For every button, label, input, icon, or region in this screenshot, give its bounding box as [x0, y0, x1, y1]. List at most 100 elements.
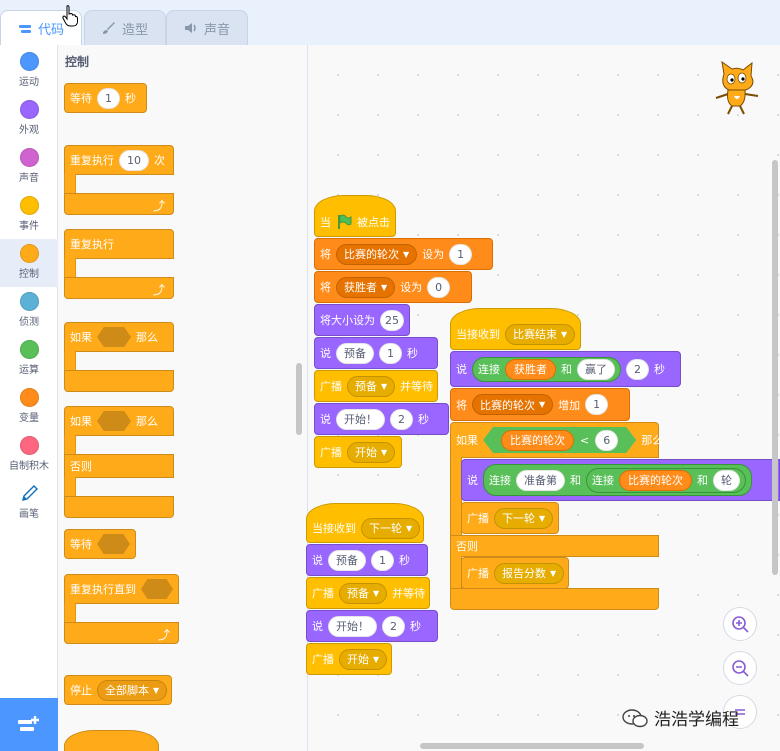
broadcast-block[interactable]: 广播 开始 ▼	[306, 643, 392, 675]
broadcast-block[interactable]: 广播 下一轮 ▼	[461, 502, 559, 534]
workspace-horizontal-scrollbar[interactable]	[420, 743, 644, 749]
broadcast-block[interactable]: 广播 报告分数 ▼	[461, 557, 569, 589]
change-variable-block[interactable]: 将 比赛的轮次 ▼ 增加 1	[450, 388, 630, 421]
condition-slot[interactable]	[141, 579, 173, 599]
zoom-out-button[interactable]	[723, 651, 757, 685]
broadcast-block[interactable]: 广播 开始 ▼	[314, 436, 402, 468]
category-label: 运算	[19, 365, 39, 376]
palette-scrollbar[interactable]	[296, 363, 302, 435]
category-sensing[interactable]: 侦测	[0, 287, 58, 335]
change-value-input[interactable]: 1	[585, 394, 609, 415]
message-dropdown[interactable]: 预备 ▼	[347, 375, 396, 397]
condition-slot[interactable]	[97, 327, 131, 347]
join-text-input[interactable]: 赢了	[577, 358, 615, 380]
condition-slot[interactable]	[97, 411, 131, 431]
size-input[interactable]: 25	[380, 309, 404, 331]
say-text-input[interactable]: 开始！	[336, 408, 385, 430]
set-variable-block[interactable]: 将 获胜者 ▼ 设为 0	[314, 271, 472, 303]
loop-arrow-icon: ⤴	[152, 283, 165, 297]
sound-dot-icon	[19, 148, 39, 167]
message-dropdown[interactable]: 下一轮 ▼	[361, 517, 421, 539]
message-dropdown[interactable]: 下一轮 ▼	[494, 507, 554, 529]
category-pen[interactable]: 画笔	[0, 479, 58, 527]
message-dropdown[interactable]: 比赛结束 ▼	[505, 323, 576, 345]
say-for-secs-block[interactable]: 说 开始！ 2 秒	[314, 403, 449, 435]
say-join-block[interactable]: 说 连接 获胜者 和 赢了 2 秒	[450, 351, 681, 387]
category-control[interactable]: 控制	[0, 239, 58, 287]
when-receive-block[interactable]: 当接收到 比赛结束 ▼	[450, 308, 581, 350]
wait-block[interactable]: 等待 1 秒	[64, 83, 147, 113]
message-dropdown[interactable]: 报告分数 ▼	[494, 562, 565, 584]
say-text-input[interactable]: 预备	[336, 342, 374, 364]
say-join-block[interactable]: 说 连接 准备第 和 连接 比赛的轮次 和 轮	[461, 459, 780, 501]
category-events[interactable]: 事件	[0, 191, 58, 239]
category-variables[interactable]: 变量	[0, 383, 58, 431]
when-flag-clicked-block[interactable]: 当 被点击	[314, 195, 396, 237]
say-secs-input[interactable]: 2	[626, 358, 649, 380]
join-reporter[interactable]: 连接 获胜者 和 赢了	[472, 356, 621, 382]
secs-unit: 秒	[407, 347, 418, 360]
join-text-input[interactable]: 轮	[713, 469, 740, 491]
compare-value-input[interactable]: 6	[595, 430, 618, 451]
category-my-blocks[interactable]: 自制积木	[0, 431, 58, 479]
category-label: 事件	[19, 221, 39, 232]
wait-until-block[interactable]: 等待	[64, 529, 136, 559]
add-extension-button[interactable]	[0, 698, 58, 751]
winner-variable-reporter[interactable]: 获胜者	[505, 358, 556, 380]
message-name: 开始	[347, 653, 369, 666]
less-than-operator[interactable]: 比赛的轮次 < 6	[483, 427, 636, 453]
set-variable-block[interactable]: 将 比赛的轮次 ▼ 设为 1	[314, 238, 493, 270]
zoom-in-button[interactable]	[723, 607, 757, 641]
variable-dropdown[interactable]: 比赛的轮次 ▼	[472, 394, 554, 415]
if-arm	[64, 435, 76, 455]
category-motion[interactable]: 运动	[0, 47, 58, 95]
category-label: 侦测	[19, 317, 39, 328]
say-for-secs-block[interactable]: 说 开始！ 2 秒	[306, 610, 438, 642]
wait-seconds-input[interactable]: 1	[97, 87, 120, 109]
say-secs-input[interactable]: 1	[371, 549, 394, 571]
nested-join-reporter[interactable]: 连接 比赛的轮次 和 轮	[586, 467, 746, 493]
if-label: 如果	[456, 434, 478, 447]
category-operators[interactable]: 运算	[0, 335, 58, 383]
category-looks[interactable]: 外观	[0, 95, 58, 143]
stop-block[interactable]: 停止 全部脚本 ▼	[64, 675, 172, 705]
say-for-secs-block[interactable]: 说 预备 1 秒	[306, 544, 428, 576]
broadcast-and-wait-block[interactable]: 广播 预备 ▼ 并等待	[306, 577, 430, 609]
workspace-vertical-scrollbar[interactable]	[772, 160, 778, 575]
message-dropdown[interactable]: 开始 ▼	[339, 648, 388, 670]
set-value-input[interactable]: 0	[427, 276, 451, 298]
round-variable-reporter[interactable]: 比赛的轮次	[501, 430, 574, 451]
condition-slot[interactable]	[97, 534, 130, 554]
broadcast-and-wait-block[interactable]: 广播 预备 ▼ 并等待	[314, 370, 438, 402]
say-label: 说	[312, 620, 323, 633]
set-value-input[interactable]: 1	[449, 243, 473, 265]
variable-dropdown[interactable]: 获胜者 ▼	[336, 276, 396, 298]
message-dropdown[interactable]: 预备 ▼	[339, 582, 388, 604]
set-size-block[interactable]: 将大小设为 25	[314, 304, 410, 336]
message-dropdown[interactable]: 开始 ▼	[347, 441, 396, 463]
tab-sounds[interactable]: 声音	[166, 10, 248, 45]
tab-costumes[interactable]: 造型	[84, 10, 166, 45]
caret-down-icon: ▼	[539, 513, 546, 523]
round-variable-reporter[interactable]: 比赛的轮次	[619, 469, 692, 491]
say-secs-input[interactable]: 2	[382, 615, 405, 637]
partial-hat-block[interactable]	[64, 730, 159, 751]
events-dot-icon	[19, 196, 39, 215]
join-text-input[interactable]: 准备第	[516, 469, 565, 491]
else-label: 否则	[70, 460, 92, 473]
variable-dropdown[interactable]: 比赛的轮次 ▼	[336, 243, 418, 265]
join-reporter[interactable]: 连接 准备第 和 连接 比赛的轮次 和 轮	[483, 464, 752, 496]
category-sound[interactable]: 声音	[0, 143, 58, 191]
say-secs-input[interactable]: 2	[390, 408, 413, 430]
say-text-input[interactable]: 开始！	[328, 615, 377, 637]
say-for-secs-block[interactable]: 说 预备 1 秒	[314, 337, 438, 369]
stop-option-dropdown[interactable]: 全部脚本 ▼	[97, 679, 168, 701]
say-text-input[interactable]: 预备	[328, 549, 366, 571]
repeat-count-input[interactable]: 10	[119, 149, 149, 171]
and-label: 和	[570, 474, 581, 487]
message-name: 预备	[347, 587, 369, 600]
operators-dot-icon	[19, 340, 39, 359]
say-secs-input[interactable]: 1	[379, 342, 402, 364]
when-receive-block[interactable]: 当接收到 下一轮 ▼	[306, 503, 424, 543]
say-label: 说	[320, 347, 331, 360]
